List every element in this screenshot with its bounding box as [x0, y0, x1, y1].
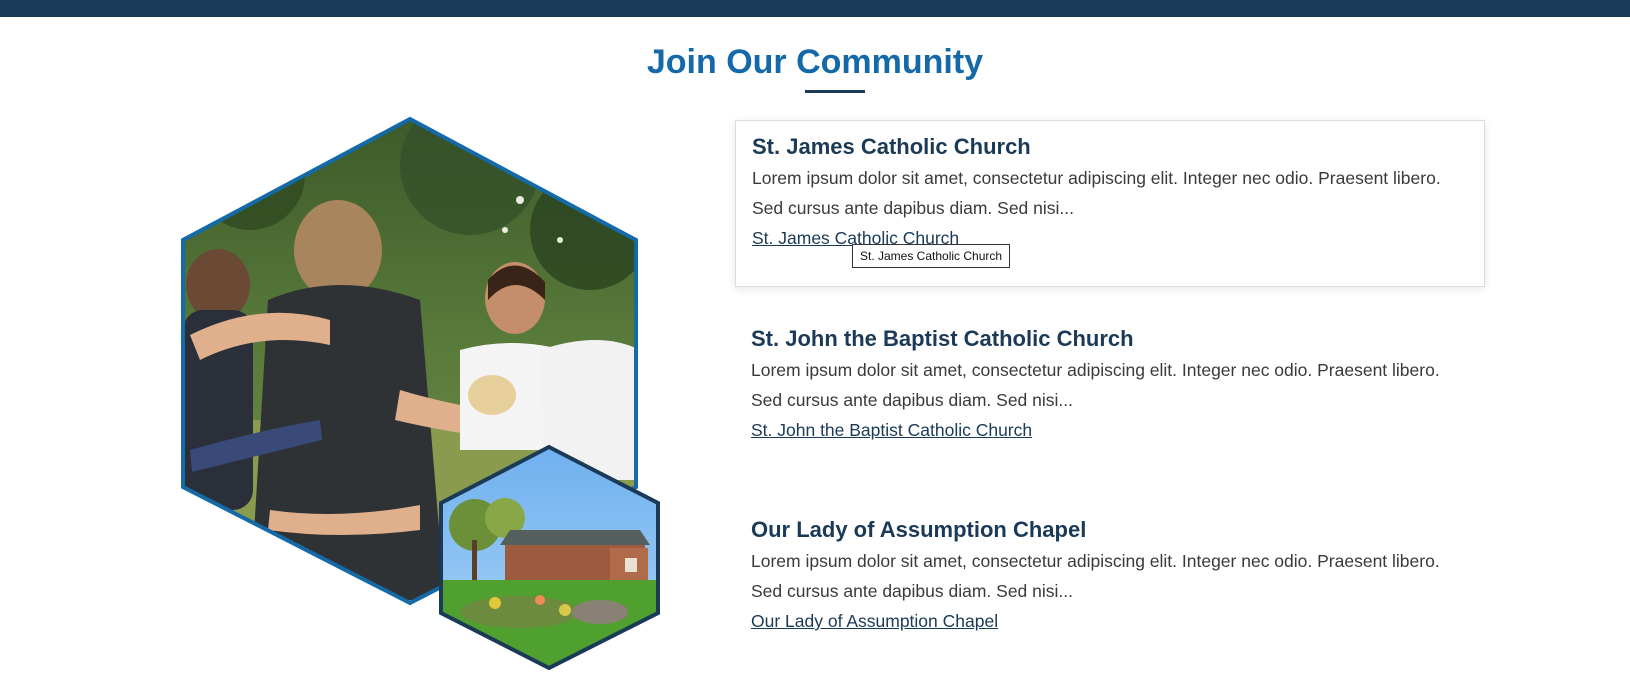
church-card-description: Lorem ipsum dolor sit amet, consectetur …	[751, 551, 1440, 601]
hexagon-image-collage	[181, 116, 660, 671]
church-card-st-james: St. James Catholic Church Lorem ipsum do…	[735, 120, 1485, 287]
church-card-description: Lorem ipsum dolor sit amet, consectetur …	[751, 360, 1440, 410]
church-card-st-john: St. John the Baptist Catholic Church Lor…	[735, 313, 1485, 455]
title-underline	[805, 90, 865, 93]
church-card-description: Lorem ipsum dolor sit amet, consectetur …	[752, 168, 1441, 218]
church-card-title: St. James Catholic Church	[752, 134, 1031, 159]
church-card-our-lady: Our Lady of Assumption Chapel Lorem ipsu…	[735, 504, 1485, 646]
church-card-link-our-lady[interactable]: Our Lady of Assumption Chapel	[751, 608, 998, 634]
church-card-title: Our Lady of Assumption Chapel	[751, 517, 1087, 542]
church-card-link-st-john[interactable]: St. John the Baptist Catholic Church	[751, 417, 1032, 443]
church-card-title: St. John the Baptist Catholic Church	[751, 326, 1134, 351]
link-tooltip: St. James Catholic Church	[852, 244, 1011, 268]
